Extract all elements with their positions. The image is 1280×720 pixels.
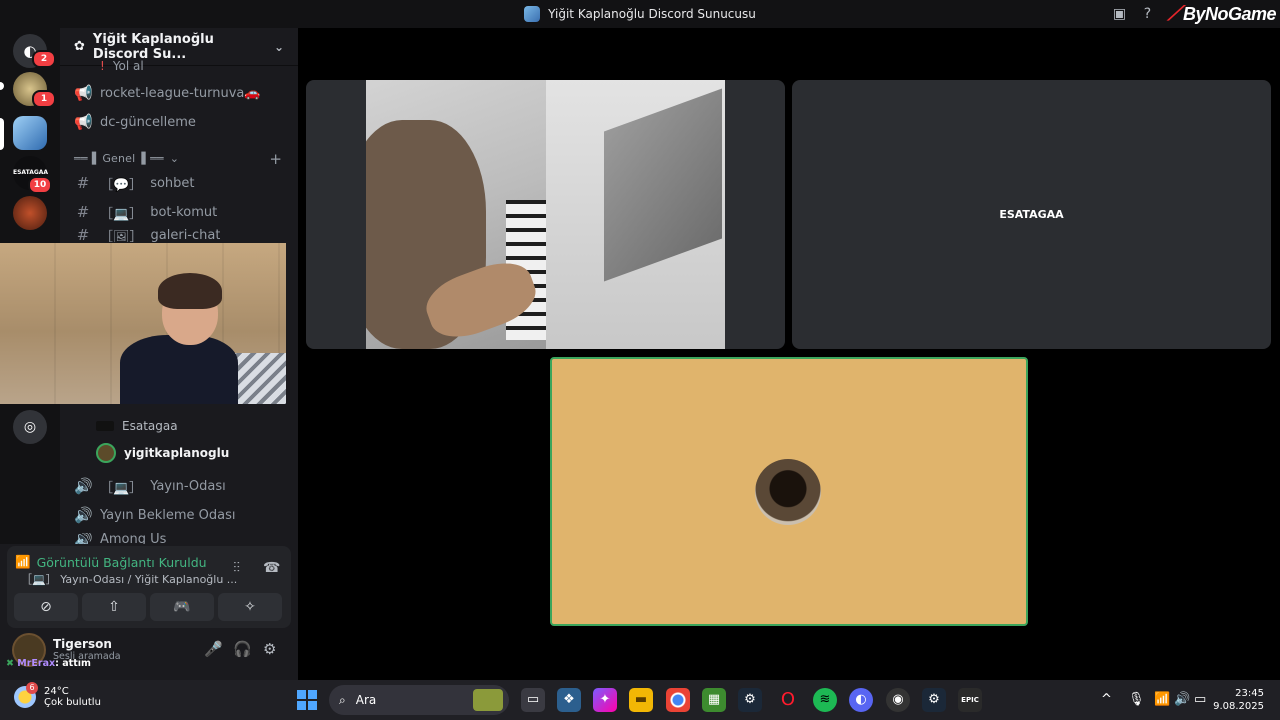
camera-feed <box>366 80 725 349</box>
person-body <box>120 335 238 404</box>
steam-icon[interactable]: ⚙ <box>738 688 762 712</box>
user-name: Tigerson <box>53 637 112 651</box>
chrome-icon[interactable] <box>666 688 690 712</box>
disconnect-icon[interactable]: ☎ <box>263 560 280 576</box>
webcam-overlay <box>0 243 286 404</box>
channel-yayin-bekleme[interactable]: 🔊 Yayın Bekleme Odası <box>74 503 235 527</box>
tray-microphone-icon[interactable]: 🎙 <box>1128 692 1145 707</box>
voice-connection-panel: 📶 Görüntülü Bağlantı Kuruldu ［💻］ Yayın-Od… <box>7 546 291 628</box>
window-title: Yiğit Kaplanoğlu Discord Sunucusu <box>548 7 756 21</box>
guild-esatagaa-badge: 10 <box>28 176 52 194</box>
channel-yayin-odasi[interactable]: 🔊 ［💻］ Yayın-Odası <box>74 474 226 498</box>
wifi-icon[interactable]: 📶 <box>1154 692 1170 707</box>
task-view-icon[interactable]: ▭ <box>521 688 545 712</box>
video-tile-camera[interactable] <box>306 80 785 349</box>
participant-avatar <box>755 459 821 525</box>
microphone-icon[interactable]: 🎤 <box>204 640 223 658</box>
opera-gx-icon[interactable]: O <box>776 688 800 712</box>
screen-share-button[interactable]: ⇧ <box>82 593 146 621</box>
chevron-down-icon: ⌄ <box>273 39 284 54</box>
speaker-icon: 🔊 <box>74 477 93 495</box>
epic-games-icon[interactable]: EPIC <box>958 688 982 712</box>
system-clock[interactable]: 23:45 9.08.2025 <box>1213 687 1264 713</box>
start-button[interactable] <box>297 690 317 710</box>
channel-partial[interactable]: ! Yol al <box>100 56 144 76</box>
obs-icon[interactable]: ◉ <box>886 688 910 712</box>
channel-sohbet[interactable]: # ［💬］ sohbet <box>74 171 195 195</box>
avatar <box>96 443 116 463</box>
announcement-icon: 📢 <box>74 84 93 102</box>
channel-galeri[interactable]: # ［🖼］ galeri-chat <box>74 228 221 242</box>
settings-gear-icon[interactable]: ⚙ <box>263 640 276 658</box>
weather-badge: 6 <box>26 682 38 694</box>
help-icon[interactable]: ? <box>1139 6 1155 22</box>
home-badge: 2 <box>32 50 56 68</box>
taskbar-search[interactable]: ⌕ Ara <box>329 685 509 715</box>
minecraft-icon[interactable]: ▦ <box>702 688 726 712</box>
spotify-icon[interactable]: ≋ <box>813 688 837 712</box>
selected-pill <box>0 118 4 150</box>
discover-icon[interactable]: ◎ <box>13 410 47 444</box>
clock-date: 9.08.2025 <box>1213 701 1264 712</box>
voice-member[interactable]: yigitkaplanoglu <box>96 441 229 465</box>
activities-button[interactable]: 🎮 <box>150 593 214 621</box>
signal-icon: 📶 <box>15 554 31 569</box>
video-stage: ESATAGAA <box>298 28 1280 680</box>
person-hair <box>158 273 222 309</box>
add-channel-icon[interactable]: + <box>269 150 282 168</box>
server-boost-icon: ✿ <box>74 39 85 54</box>
chat-overlay-message: ✖ MrErax: attım <box>6 658 91 669</box>
channel-rocket[interactable]: 📢 rocket-league-turnuva🚗 <box>74 81 261 105</box>
file-explorer-icon[interactable]: ▬ <box>629 688 653 712</box>
unread-pill <box>0 82 4 90</box>
discord-taskbar-icon[interactable]: ◐ <box>849 688 873 712</box>
clock-time: 23:45 <box>1235 688 1264 699</box>
hash-icon: # <box>76 203 90 221</box>
battery-icon[interactable]: ▭ <box>1194 692 1206 707</box>
volume-icon[interactable]: 🔊 <box>1174 692 1190 707</box>
title-bar: Yiğit Kaplanoğlu Discord Sunucusu ▣ ? ⟋ B… <box>0 0 1280 28</box>
weather-desc: Çok bulutlu <box>44 697 101 708</box>
announcement-icon: 📢 <box>74 113 93 131</box>
hash-icon: # <box>76 228 90 242</box>
tray-chevron-up-icon[interactable]: ^ <box>1101 692 1112 707</box>
steam-2-icon[interactable]: ⚙ <box>922 688 946 712</box>
guild-1-badge: 1 <box>32 90 56 108</box>
brand-watermark: ⟋ ByNoGame <box>1167 2 1276 25</box>
noise-suppression-icon[interactable]: ⫶⫶ <box>233 560 240 576</box>
windows-taskbar: 24°C Çok bulutlu 6 ⌕ Ara ▭ ❖ ✦ ▬ ▦ ⚙ O ≋ … <box>0 680 1280 720</box>
category-genel[interactable]: ══▐ Genel ▌══ ⌄ <box>74 152 179 165</box>
voice-channel-path[interactable]: ［💻］ Yayın-Odası / Yiğit Kaplanoğlu ... <box>21 571 237 587</box>
inbox-icon[interactable]: ▣ <box>1111 6 1127 22</box>
server-icon <box>524 6 541 22</box>
search-icon: ⌕ <box>339 692 346 707</box>
voice-status[interactable]: 📶 Görüntülü Bağlantı Kuruldu <box>15 554 207 570</box>
chevron-down-icon: ⌄ <box>169 152 180 165</box>
search-highlight-icon <box>473 689 503 711</box>
server-header[interactable]: ✿ Yiğit Kaplanoğlu Discord Su... ⌄ <box>60 28 298 66</box>
avatar <box>96 421 114 431</box>
channel-bot-komut[interactable]: # ［💻］ bot-komut <box>74 200 218 224</box>
participant-name: ESATAGAA <box>999 208 1064 221</box>
speaker-icon: 🔊 <box>74 506 93 524</box>
video-tile-speaking[interactable] <box>550 357 1028 626</box>
voice-member[interactable]: Esatagaa <box>96 414 178 438</box>
channel-dc-guncelleme[interactable]: 📢 dc-güncelleme <box>74 110 196 134</box>
guild-icon-selected[interactable] <box>13 116 47 150</box>
weather-temp: 24°C <box>44 686 69 697</box>
hash-icon: # <box>76 174 90 192</box>
video-tile-esatagaa[interactable]: ESATAGAA <box>792 80 1271 349</box>
headphones-icon[interactable]: 🎧 <box>233 640 252 658</box>
widgets-app-icon[interactable]: ❖ <box>557 688 581 712</box>
user-panel: 📶 Görüntülü Bağlantı Kuruldu ［💻］ Yayın-Od… <box>0 544 298 680</box>
camera-off-button[interactable]: ⊘ <box>14 593 78 621</box>
copilot-icon[interactable]: ✦ <box>593 688 617 712</box>
soundboard-button[interactable]: ✧ <box>218 593 282 621</box>
guild-icon-4[interactable] <box>13 196 47 230</box>
